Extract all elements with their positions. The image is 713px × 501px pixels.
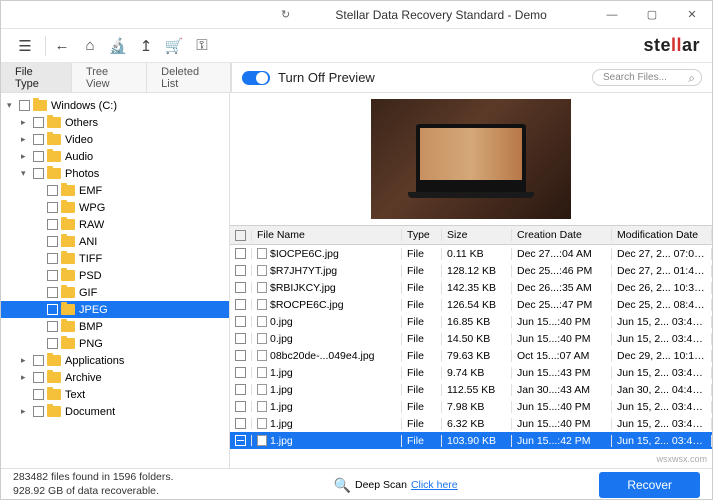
table-row[interactable]: 08bc20de-...049e4.jpgFile79.63 KBOct 15.… (230, 347, 712, 364)
tree-item[interactable]: ▸Audio (1, 148, 229, 165)
tree-item[interactable]: ▸Archive (1, 369, 229, 386)
up-icon[interactable]: ↥ (134, 34, 158, 58)
tree-sub[interactable]: TIFF (1, 250, 229, 267)
window-title: Stellar Data Recovery Standard - Demo (290, 8, 592, 22)
table-row[interactable]: $R7JH7YT.jpgFile128.12 KBDec 25...:46 PM… (230, 262, 712, 279)
table-row[interactable]: 1.jpgFile103.90 KBJun 15...:42 PMJun 15,… (230, 432, 712, 449)
tree-sub[interactable]: EMF (1, 182, 229, 199)
tree-sub[interactable]: ANI (1, 233, 229, 250)
deep-scan-link[interactable]: Click here (411, 479, 458, 491)
close-button[interactable]: ✕ (672, 1, 712, 29)
menu-icon[interactable]: ☰ (13, 34, 37, 58)
table-row[interactable]: 1.jpgFile7.98 KBJun 15...:40 PMJun 15, 2… (230, 398, 712, 415)
back-icon[interactable]: ← (50, 34, 74, 58)
tree-sub[interactable]: RAW (1, 216, 229, 233)
refresh-icon[interactable]: ↻ (281, 8, 290, 21)
preview-image (371, 99, 571, 219)
tree-item-photos[interactable]: ▾Photos (1, 165, 229, 182)
tree-item[interactable]: ▸Others (1, 114, 229, 131)
brand-logo: stellar (643, 35, 700, 56)
search-icon[interactable]: 🔬 (106, 34, 130, 58)
tree-sub[interactable]: PSD (1, 267, 229, 284)
tab-tree-view[interactable]: Tree View (72, 63, 147, 92)
cart-icon[interactable]: 🛒 (162, 34, 186, 58)
tree-sub[interactable]: WPG (1, 199, 229, 216)
table-row[interactable]: $IOCPE6C.jpgFile0.11 KBDec 27...:04 AMDe… (230, 245, 712, 262)
tree-item[interactable]: Text (1, 386, 229, 403)
table-row[interactable]: $RBIJKCY.jpgFile142.35 KBDec 26...:35 AM… (230, 279, 712, 296)
file-grid[interactable]: File Name Type Size Creation Date Modifi… (230, 225, 712, 468)
table-row[interactable]: 1.jpgFile9.74 KBJun 15...:43 PMJun 15, 2… (230, 364, 712, 381)
file-tree[interactable]: ▾Windows (C:) ▸Others ▸Video ▸Audio ▾Pho… (1, 93, 230, 468)
deep-scan-label: Deep Scan (355, 479, 407, 491)
recover-button[interactable]: Recover (599, 472, 700, 498)
table-row[interactable]: 0.jpgFile16.85 KBJun 15...:40 PMJun 15, … (230, 313, 712, 330)
table-row[interactable]: 1.jpgFile112.55 KBJan 30...:43 AMJan 30,… (230, 381, 712, 398)
table-row[interactable]: 0.jpgFile14.50 KBJun 15...:40 PMJun 15, … (230, 330, 712, 347)
minimize-button[interactable]: — (592, 1, 632, 29)
status-bar: 283482 files found in 1596 folders. 928.… (1, 468, 712, 501)
magnifier-icon: 🔍 (334, 477, 351, 494)
titlebar: ↻ Stellar Data Recovery Standard - Demo … (1, 1, 712, 29)
tab-row: File Type Tree View Deleted List Turn Of… (1, 63, 712, 93)
grid-header[interactable]: File Name Type Size Creation Date Modifi… (230, 225, 712, 245)
maximize-button[interactable]: ▢ (632, 1, 672, 29)
tree-item[interactable]: ▸Document (1, 403, 229, 420)
tree-root[interactable]: ▾Windows (C:) (1, 97, 229, 114)
preview-toggle-label: Turn Off Preview (278, 70, 375, 85)
tab-deleted-list[interactable]: Deleted List (147, 63, 231, 92)
search-input[interactable]: Search Files... (592, 69, 702, 86)
table-row[interactable]: 1.jpgFile6.32 KBJun 15...:40 PMJun 15, 2… (230, 415, 712, 432)
watermark: wsxwsx.com (656, 454, 707, 464)
tree-sub[interactable]: BMP (1, 318, 229, 335)
preview-toggle[interactable] (242, 71, 270, 85)
tree-item[interactable]: ▸Video (1, 131, 229, 148)
tree-sub[interactable]: PNG (1, 335, 229, 352)
tree-item[interactable]: ▸Applications (1, 352, 229, 369)
scan-stats: 283482 files found in 1596 folders. 928.… (13, 471, 174, 498)
key-icon[interactable]: ⚿ (190, 34, 214, 58)
preview-pane (230, 93, 712, 225)
tree-sub[interactable]: GIF (1, 284, 229, 301)
home-icon[interactable]: ⌂ (78, 34, 102, 58)
tree-sub-jpeg[interactable]: JPEG (1, 301, 229, 318)
toolbar: ☰ ← ⌂ 🔬 ↥ 🛒 ⚿ stellar (1, 29, 712, 63)
tab-file-type[interactable]: File Type (1, 63, 72, 92)
table-row[interactable]: $ROCPE6C.jpgFile126.54 KBDec 25...:47 PM… (230, 296, 712, 313)
